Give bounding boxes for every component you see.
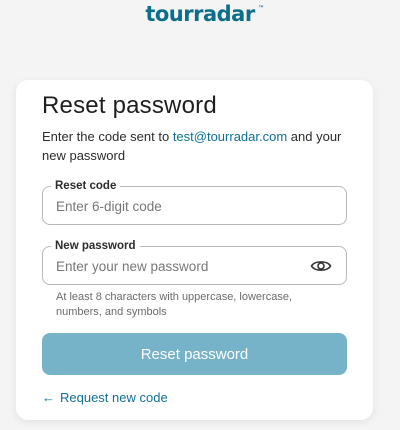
reset-code-label: Reset code [51, 179, 121, 193]
arrow-left-icon: ← [42, 390, 55, 405]
password-requirements-hint: At least 8 characters with uppercase, lo… [56, 291, 293, 318]
reset-password-page: tourradar ™ Reset password Enter the code… [0, 0, 400, 430]
new-password-input[interactable] [56, 256, 296, 276]
new-password-label: New password [51, 239, 140, 253]
reset-password-button[interactable]: Reset password [42, 333, 347, 375]
page-title: Reset password [42, 92, 217, 119]
request-new-code-link[interactable]: ← Request new code [42, 390, 168, 405]
brand-logo-wordmark: tourradar [145, 2, 255, 26]
eye-icon[interactable] [310, 258, 332, 274]
instructions-text: Enter the code sent to test@tourradar.co… [42, 127, 342, 165]
trademark-symbol: ™ [258, 5, 264, 12]
reset-code-field: Reset code [42, 179, 347, 225]
reset-code-input[interactable] [56, 196, 296, 216]
brand-logo[interactable]: tourradar ™ [0, 2, 400, 26]
request-new-code-label: Request new code [60, 390, 168, 405]
reset-password-card: Reset password Enter the code sent to te… [16, 80, 373, 420]
instructions-prefix: Enter the code sent to [42, 129, 173, 144]
new-password-field: New password [42, 239, 347, 285]
brand-logo-text: tourradar ™ [145, 2, 264, 26]
email-link[interactable]: test@tourradar.com [173, 129, 287, 144]
